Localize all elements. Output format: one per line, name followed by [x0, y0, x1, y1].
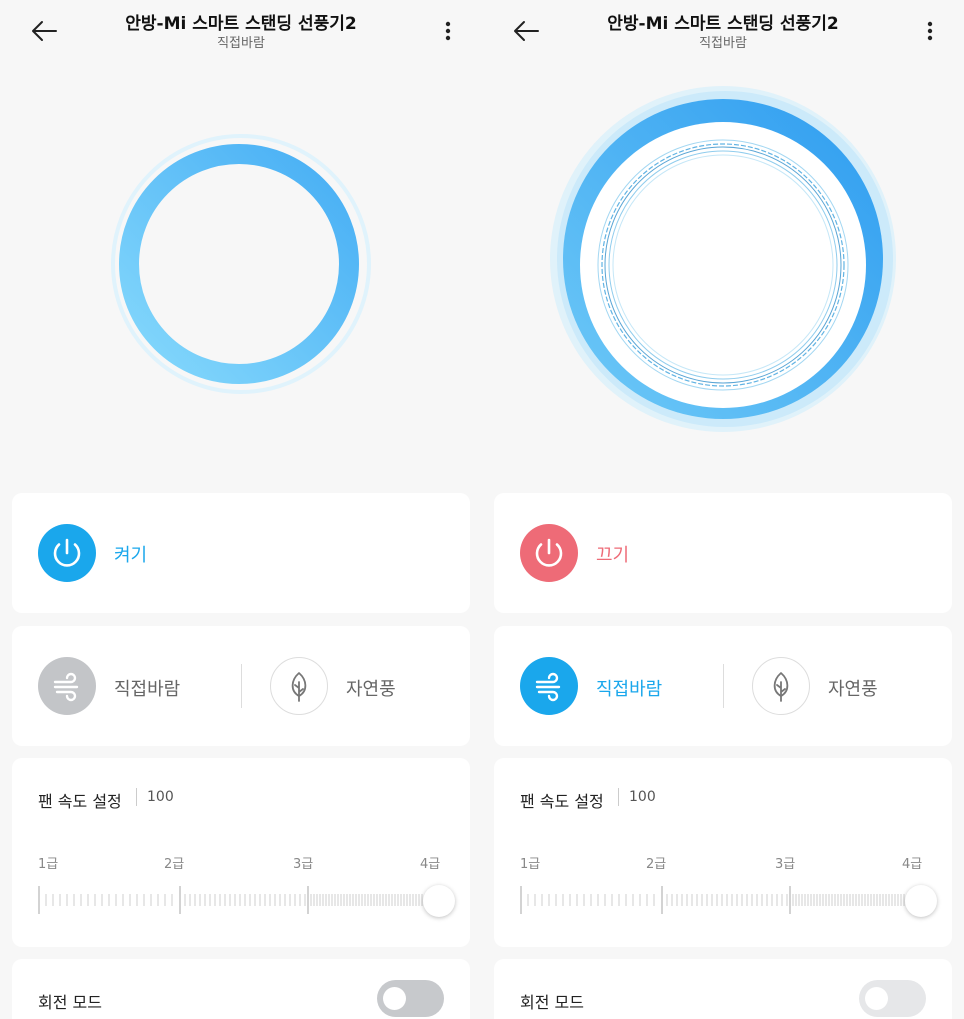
rotation-label: 회전 모드 [520, 993, 584, 1012]
page-subtitle: 직접바람 [217, 36, 265, 51]
more-vertical-icon [445, 21, 451, 41]
mode-label: 직접바람 [114, 679, 181, 700]
speed-value: 100 [629, 789, 656, 805]
rotation-label: 회전 모드 [38, 993, 102, 1012]
power-icon [53, 538, 81, 567]
speed-slider-thumb[interactable] [423, 885, 455, 917]
speed-separator [618, 788, 619, 806]
mode-direct-wind[interactable]: 직접바람 [494, 626, 722, 746]
mode-card: 직접바람 자연풍 [12, 626, 470, 746]
more-options-button[interactable] [436, 16, 460, 46]
mode-label: 직접바람 [596, 679, 663, 700]
top-bar: 안방-Mi 스마트 스탠딩 선풍기2 직접바람 [482, 0, 964, 60]
page-title: 안방-Mi 스마트 스탠딩 선풍기2 [125, 14, 357, 34]
speed-slider-track[interactable] [520, 886, 938, 916]
speed-level-label: 1급 [520, 857, 541, 872]
rotation-card: 회전 모드 [12, 959, 470, 1019]
mode-direct-wind[interactable]: 직접바람 [12, 626, 240, 746]
rotation-toggle[interactable] [377, 980, 444, 1017]
mode-icon-button[interactable] [270, 657, 328, 715]
speed-value: 100 [147, 789, 174, 805]
more-options-button[interactable] [918, 16, 942, 46]
power-icon [535, 538, 563, 567]
speed-slider-track[interactable] [38, 886, 456, 916]
mode-label: 자연풍 [828, 679, 878, 700]
fan-speed-card: 팬 속도 설정 100 1급 2급 3급 4급 [12, 758, 470, 947]
mode-icon-button[interactable] [38, 657, 96, 715]
power-label: 끄기 [596, 545, 630, 566]
speed-level-label: 2급 [164, 857, 185, 872]
page-subtitle: 직접바람 [699, 36, 747, 51]
power-card: 켜기 [12, 493, 470, 613]
fan-screen-off: 안방-Mi 스마트 스탠딩 선풍기2 직접바람 켜기 직접바람 자연풍 팬 속도… [0, 0, 482, 1019]
speed-level-label: 4급 [420, 857, 441, 872]
speed-title: 팬 속도 설정 [38, 792, 122, 811]
mode-label: 자연풍 [346, 679, 396, 700]
speed-level-label: 4급 [902, 857, 923, 872]
speed-level-label: 3급 [293, 857, 314, 872]
mode-card: 직접바람 자연풍 [494, 626, 952, 746]
leaf-icon [291, 672, 307, 702]
speed-level-label: 3급 [775, 857, 796, 872]
mode-icon-button[interactable] [752, 657, 810, 715]
power-label: 켜기 [114, 545, 148, 566]
power-button[interactable] [520, 524, 578, 582]
fan-speed-card: 팬 속도 설정 100 1급 2급 3급 4급 [494, 758, 952, 947]
fan-ring-idle [111, 134, 371, 394]
mode-natural-wind[interactable]: 자연풍 [242, 626, 470, 746]
rotation-card: 회전 모드 [494, 959, 952, 1019]
fan-screen-on: 안방-Mi 스마트 스탠딩 선풍기2 직접바람 끄기 직접바람 자연풍 팬 속도… [482, 0, 964, 1019]
wind-icon [535, 672, 561, 702]
fan-status-visual [0, 62, 482, 472]
leaf-icon [773, 672, 789, 702]
speed-separator [136, 788, 137, 806]
power-card: 끄기 [494, 493, 952, 613]
toggle-knob [865, 987, 888, 1010]
mode-natural-wind[interactable]: 자연풍 [724, 626, 952, 746]
speed-slider-thumb[interactable] [905, 885, 937, 917]
mode-icon-button[interactable] [520, 657, 578, 715]
speed-level-label: 1급 [38, 857, 59, 872]
wind-icon [53, 672, 79, 702]
top-bar: 안방-Mi 스마트 스탠딩 선풍기2 직접바람 [0, 0, 482, 60]
speed-level-label: 2급 [646, 857, 667, 872]
page-title: 안방-Mi 스마트 스탠딩 선풍기2 [607, 14, 839, 34]
fan-ring-active [550, 86, 896, 432]
rotation-toggle[interactable] [859, 980, 926, 1017]
power-button[interactable] [38, 524, 96, 582]
more-vertical-icon [927, 21, 933, 41]
fan-status-visual [482, 62, 964, 472]
toggle-knob [383, 987, 406, 1010]
speed-title: 팬 속도 설정 [520, 792, 604, 811]
